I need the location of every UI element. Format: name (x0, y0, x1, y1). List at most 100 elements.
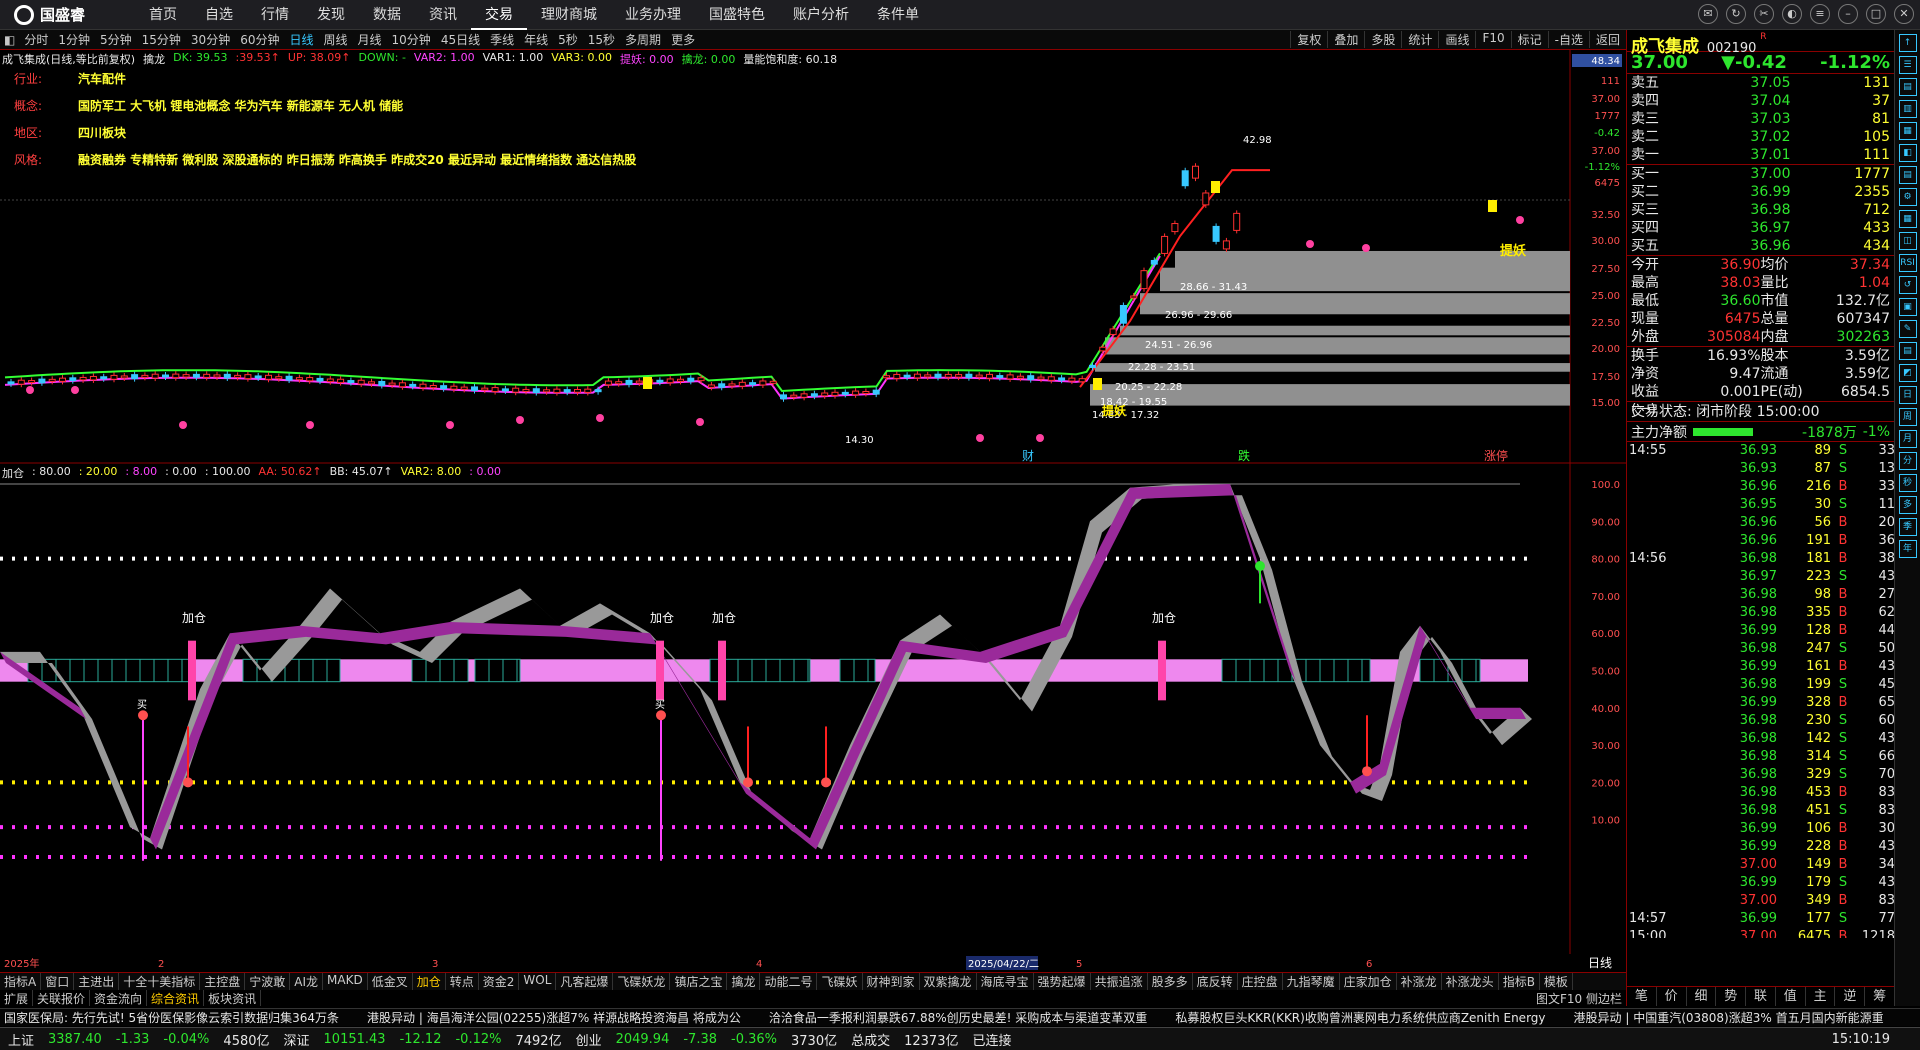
indicator-tab-5[interactable]: 宁波敢 (245, 973, 291, 990)
indicator-tab-32[interactable]: 模板 (1540, 973, 1573, 990)
tools-icon[interactable]: ✂ (1754, 4, 1774, 24)
period-9[interactable]: 10分钟 (387, 31, 436, 48)
ticker-item-3[interactable]: 私募股权巨头KKR(KKR)收购曾洲裹网电力系统供应商Zenith Energy (1175, 1009, 1545, 1026)
sidebar-icon-2[interactable]: ▤ (1898, 78, 1917, 96)
nav-item-4[interactable]: 数据 (359, 0, 415, 30)
nav-item-10[interactable]: 账户分析 (779, 0, 863, 30)
ticker-item-1[interactable]: 港股异动 | 海昌海洋公园(02255)涨超7% 祥源战略投资海昌 将成为公 (367, 1009, 741, 1026)
kline-chart[interactable]: 48.34 111 37.00 1777 -0.42 37.00 -1.12% 6475 32.… (0, 50, 1626, 464)
period-7[interactable]: 周线 (319, 31, 353, 48)
panel-tab-7[interactable]: 逆 (1835, 987, 1866, 1006)
indicator-tab-23[interactable]: 共振追涨 (1091, 973, 1148, 990)
indicator-tab-17[interactable]: 动能二号 (760, 973, 818, 990)
indicator-tab-28[interactable]: 庄家加仓 (1340, 973, 1397, 990)
period-0[interactable]: 分时 (19, 31, 53, 48)
refresh-icon[interactable]: ↻ (1726, 4, 1746, 24)
period-10[interactable]: 45日线 (436, 31, 485, 48)
indicator-tab-26[interactable]: 庄控盘 (1238, 973, 1283, 990)
period-2[interactable]: 5分钟 (95, 31, 137, 48)
sidebar-icon-18[interactable]: 月 (1898, 430, 1917, 448)
panel-tab-8[interactable]: 筹 (1865, 987, 1896, 1006)
tabs2-right[interactable]: 图文F10 侧边栏 (1532, 990, 1626, 1006)
indicator-tab-12[interactable]: WOL (519, 973, 557, 990)
sidebar-icon-0[interactable]: ↑ (1898, 34, 1917, 52)
period-11[interactable]: 季线 (485, 31, 519, 48)
period-16[interactable]: 更多 (666, 31, 700, 48)
brand-logo[interactable]: 国盛睿 (0, 4, 135, 25)
sidebar-icon-12[interactable]: ▣ (1898, 298, 1917, 316)
close-icon[interactable]: ✕ (1894, 4, 1914, 24)
indicator-tab-22[interactable]: 强势起爆 (1034, 973, 1091, 990)
tool-6[interactable]: 标记 (1510, 31, 1548, 48)
info-tab-1[interactable]: 关联报价 (33, 990, 91, 1006)
indicator-tab-4[interactable]: 主控盘 (200, 973, 246, 990)
period-4[interactable]: 30分钟 (186, 31, 235, 48)
sidebar-icon-16[interactable]: 日 (1898, 386, 1917, 404)
nav-item-5[interactable]: 资讯 (415, 0, 471, 30)
sidebar-icon-8[interactable]: ▦ (1898, 210, 1917, 228)
nav-item-11[interactable]: 条件单 (863, 0, 933, 30)
indicator-tab-6[interactable]: AI龙 (290, 973, 324, 990)
period-6[interactable]: 日线 (284, 31, 318, 48)
indicator-tab-27[interactable]: 九指琴魔 (1283, 973, 1340, 990)
info-tab-4[interactable]: 板块资讯 (204, 990, 262, 1006)
indicator-tab-20[interactable]: 双紫擒龙 (920, 973, 977, 990)
sidebar-icon-3[interactable]: ▥ (1898, 100, 1917, 118)
sidebar-icon-20[interactable]: 秒 (1898, 474, 1917, 492)
indicator-tab-15[interactable]: 镇店之宝 (670, 973, 728, 990)
maximize-icon[interactable]: □ (1866, 4, 1886, 24)
period-15[interactable]: 多周期 (620, 31, 666, 48)
ticker-item-4[interactable]: 港股异动 | 中国重汽(03808)涨超3% 首五月国内新能源重 (1574, 1009, 1884, 1026)
info-tab-2[interactable]: 资金流向 (90, 990, 148, 1006)
nav-item-0[interactable]: 首页 (135, 0, 191, 30)
indicator-tab-13[interactable]: 凡客起爆 (556, 973, 614, 990)
minimize-icon[interactable]: – (1838, 4, 1858, 24)
indicator-tab-14[interactable]: 飞碟妖龙 (613, 973, 671, 990)
sidebar-icon-6[interactable]: ▤ (1898, 166, 1917, 184)
sidebar-icon-1[interactable]: ☰ (1898, 56, 1917, 74)
info-tab-0[interactable]: 扩展 (0, 990, 34, 1006)
period-3[interactable]: 15分钟 (137, 31, 186, 48)
tool-8[interactable]: 返回 (1588, 31, 1626, 48)
indicator-tab-8[interactable]: 低金叉 (368, 973, 413, 990)
sidebar-icon-15[interactable]: ◩ (1898, 364, 1917, 382)
indicator-tab-2[interactable]: 主进出 (74, 973, 120, 990)
menu-icon[interactable]: ≡ (1810, 4, 1830, 24)
tool-2[interactable]: 多股 (1364, 31, 1401, 48)
indicator-tab-11[interactable]: 资金2 (479, 973, 520, 990)
tool-0[interactable]: 复权 (1290, 31, 1327, 48)
ticker-item-2[interactable]: 洽洽食品一季报利润暴跌67.88%创历史最差! 采购成本与渠道变革双重 (769, 1009, 1147, 1026)
period-14[interactable]: 15秒 (583, 31, 620, 48)
index-name-1[interactable]: 深证 (284, 1030, 310, 1049)
tool-4[interactable]: 画线 (1438, 31, 1475, 48)
indicator-tab-21[interactable]: 海底寻宝 (977, 973, 1034, 990)
nav-item-9[interactable]: 国盛特色 (695, 0, 779, 30)
nav-item-2[interactable]: 行情 (247, 0, 303, 30)
nav-item-6[interactable]: 交易 (471, 0, 527, 30)
sidebar-icon-11[interactable]: ↺ (1898, 276, 1917, 294)
sidebar-icon-9[interactable]: ◫ (1898, 232, 1917, 250)
indicator-tab-3[interactable]: 十全十美指标 (119, 973, 201, 990)
nav-item-8[interactable]: 业务办理 (611, 0, 695, 30)
panel-toggle-icon[interactable]: ◧ (0, 33, 19, 47)
index-name-0[interactable]: 上证 (8, 1030, 34, 1049)
period-12[interactable]: 年线 (519, 31, 553, 48)
indicator-tab-1[interactable]: 窗口 (41, 973, 75, 990)
indicator-tab-24[interactable]: 股多多 (1148, 973, 1193, 990)
index-name-2[interactable]: 创业 (576, 1030, 602, 1049)
indicator-tab-31[interactable]: 指标B (1499, 973, 1540, 990)
nav-item-3[interactable]: 发现 (303, 0, 359, 30)
indicator-tab-25[interactable]: 底反转 (1193, 973, 1238, 990)
sidebar-icon-7[interactable]: ⚙ (1898, 188, 1917, 206)
indicator-tab-29[interactable]: 补涨龙 (1397, 973, 1442, 990)
indicator-tab-16[interactable]: 擒龙 (727, 973, 761, 990)
sidebar-icon-14[interactable]: ▤ (1898, 342, 1917, 360)
nav-item-1[interactable]: 自选 (191, 0, 247, 30)
sidebar-icon-19[interactable]: 分 (1898, 452, 1917, 470)
period-1[interactable]: 1分钟 (53, 31, 95, 48)
sidebar-icon-10[interactable]: RSI (1898, 254, 1917, 272)
tool-3[interactable]: 统计 (1401, 31, 1438, 48)
tool-1[interactable]: 叠加 (1327, 31, 1364, 48)
sidebar-icon-17[interactable]: 周 (1898, 408, 1917, 426)
sidebar-icon-4[interactable]: ▦ (1898, 122, 1917, 140)
